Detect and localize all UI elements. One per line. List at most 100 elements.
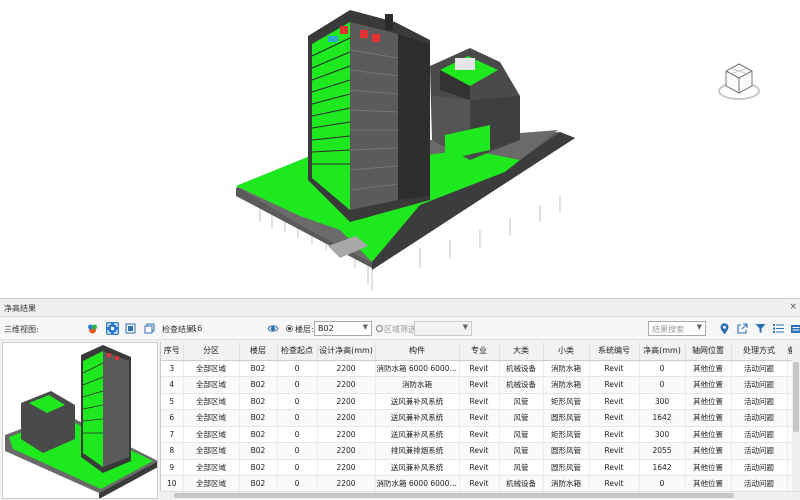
filter-icon[interactable]: [754, 322, 767, 335]
table-cell: 2200: [317, 360, 376, 377]
table-row[interactable]: 4 全部区域 B02 0 2200 消防水箱 Revit 机械设备 消防水箱 Revit 0 其他位置…: [161, 376, 800, 394]
table-cell: 风管: [499, 393, 544, 410]
isolate-icon[interactable]: [124, 322, 137, 335]
table-row[interactable]: 6 全部区域 B02 0 2200 送风兼补风系统 Revit 风管 圆形风管 Revit 1642…: [161, 409, 800, 427]
result-count: 16: [192, 324, 203, 333]
table-cell: Revit: [589, 459, 640, 476]
table-cell: 其他位置: [685, 376, 732, 394]
column-header[interactable]: 构件: [375, 342, 460, 361]
export-icon[interactable]: [736, 322, 749, 335]
table-cell: 活动问题: [731, 426, 788, 443]
table-row[interactable]: 7 全部区域 B02 0 2200 送风兼补风系统 Revit 风管 矩形风管 Revit 300 其…: [161, 426, 800, 443]
table-cell: 机械设备: [499, 475, 544, 492]
panel-title: 净高结果: [4, 304, 36, 313]
column-header[interactable]: 楼层: [239, 342, 278, 361]
table-cell: 7: [161, 426, 184, 443]
table-cell: B02: [239, 360, 278, 377]
table-cell: Revit: [459, 475, 500, 492]
close-icon[interactable]: ×: [789, 302, 797, 312]
table-cell: 6: [161, 409, 184, 427]
zone-select[interactable]: ▼: [414, 321, 472, 336]
table-cell: 8: [161, 442, 184, 460]
table-cell: 送风兼补风系统: [375, 409, 460, 427]
table-cell: 2200: [317, 475, 376, 492]
table-cell: 活动问题: [731, 475, 788, 492]
table-cell: 排风兼排烟系统: [375, 442, 460, 460]
table-cell: 2200: [317, 409, 376, 427]
table-row[interactable]: 10全部区域B0202200消防水箱 6000 6000 40...Revit机…: [161, 475, 800, 492]
table-cell: 风管: [499, 459, 544, 476]
floor-select[interactable]: B02 ▼: [314, 321, 372, 336]
horizontal-scrollbar-thumb[interactable]: [174, 493, 734, 498]
column-header[interactable]: 系统编号: [589, 342, 640, 361]
table-cell: 300: [639, 426, 686, 443]
column-header[interactable]: 检查起点: [277, 342, 318, 361]
table-cell: 0: [639, 475, 686, 492]
floor-radio[interactable]: [286, 325, 293, 332]
column-header[interactable]: 轴网位置: [685, 342, 732, 361]
floor-label: 楼层:: [295, 325, 314, 334]
table-header-row: 序号 分区 楼层 检查起点 设计净高(mm) 构件 专业 大类 小类 系统编号 …: [161, 342, 800, 361]
view-cube-icon[interactable]: [716, 58, 762, 104]
column-header[interactable]: 设计净高(mm): [317, 342, 376, 361]
table-row[interactable]: 3全部区域B0202200消防水箱 6000 6000 50...Revit机械…: [161, 360, 800, 377]
table-cell: Revit: [589, 426, 640, 443]
table-cell: 全部区域: [183, 360, 240, 377]
table-cell: Revit: [589, 409, 640, 427]
table-cell: 0: [277, 475, 318, 492]
table-row[interactable]: 9 全部区域 B02 0 2200 送风兼补风系统 Revit 风管 圆形风管 Revit 1642…: [161, 459, 800, 476]
table-cell: 活动问题: [731, 409, 788, 427]
column-header[interactable]: 序号: [161, 342, 184, 361]
table-cell: Revit: [589, 376, 640, 394]
table-cell: 送风兼补风系统: [375, 459, 460, 476]
list-icon[interactable]: [772, 322, 785, 335]
table-cell: 0: [277, 393, 318, 410]
column-header[interactable]: 专业: [459, 342, 500, 361]
table-cell: 全部区域: [183, 475, 240, 492]
table-cell: 1642: [639, 409, 686, 427]
table-cell: B02: [239, 442, 278, 460]
zone-radio[interactable]: [376, 325, 383, 332]
view-label: 三维视图:: [4, 325, 39, 334]
model-thumbnail[interactable]: [2, 342, 158, 499]
color-palette-icon[interactable]: [86, 322, 99, 335]
3d-viewport[interactable]: [0, 0, 800, 298]
eye-icon[interactable]: [266, 322, 279, 335]
panel-header: 净高结果 ×: [0, 299, 800, 317]
results-table-container[interactable]: 序号 分区 楼层 检查起点 设计净高(mm) 构件 专业 大类 小类 系统编号 …: [160, 342, 800, 492]
horizontal-scrollbar[interactable]: [160, 491, 800, 499]
table-cell: 5: [161, 393, 184, 410]
floor-select-value: B02: [318, 324, 334, 333]
result-search-input[interactable]: 结果搜索 ▼: [648, 321, 706, 336]
table-cell: 2200: [317, 393, 376, 410]
table-cell: 1642: [639, 459, 686, 476]
column-header[interactable]: 处理方式: [731, 342, 788, 361]
column-header[interactable]: 小类: [543, 342, 590, 361]
column-header[interactable]: 分区: [183, 342, 240, 361]
table-cell: 送风兼补风系统: [375, 393, 460, 410]
copy-icon[interactable]: [143, 322, 156, 335]
fit-view-icon[interactable]: [106, 322, 119, 335]
vertical-scrollbar[interactable]: [792, 342, 800, 492]
table-cell: 全部区域: [183, 376, 240, 394]
table-cell: 0: [277, 442, 318, 460]
table-cell: Revit: [459, 360, 500, 377]
column-header[interactable]: 净高(mm): [639, 342, 686, 361]
table-cell: 0: [277, 409, 318, 427]
table-cell: 其他位置: [685, 360, 732, 377]
table-row[interactable]: 5 全部区域 B02 0 2200 送风兼补风系统 Revit 风管 矩形风管 Revit 300 其…: [161, 393, 800, 410]
table-cell: 矩形风管: [543, 426, 590, 443]
table-cell: 3: [161, 360, 184, 377]
building-model: [236, 10, 575, 290]
table-cell: Revit: [589, 475, 640, 492]
table-cell: Revit: [459, 459, 500, 476]
table-cell: 0: [277, 459, 318, 476]
table-cell: 其他位置: [685, 426, 732, 443]
column-header[interactable]: 大类: [499, 342, 544, 361]
location-pin-icon[interactable]: [718, 322, 731, 335]
table-cell: 活动问题: [731, 393, 788, 410]
table-cell: 10: [161, 475, 184, 492]
settings-icon[interactable]: [789, 322, 800, 335]
vertical-scrollbar-thumb[interactable]: [793, 362, 799, 432]
table-row[interactable]: 8 全部区域 B02 0 2200 排风兼排烟系统 Revit 风管 圆形风管 Revit 2055…: [161, 442, 800, 460]
